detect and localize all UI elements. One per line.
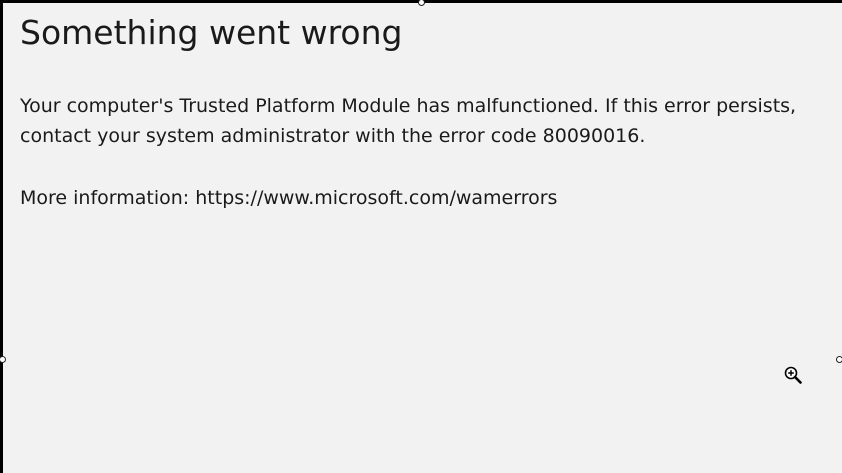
more-information-link[interactable]: https://www.microsoft.com/wamerrors [195,187,557,209]
error-message-line-1: Your computer's Trusted Platform Module … [20,95,797,117]
resize-handle-right[interactable] [836,356,842,363]
error-message: Your computer's Trusted Platform Module … [20,91,842,151]
error-dialog: Something went wrong Your computer's Tru… [0,0,842,473]
more-information-label: More information: [20,187,190,209]
dialog-title: Something went wrong [20,13,403,52]
more-information: More information: https://www.microsoft.… [20,183,557,213]
error-message-line-2: contact your system administrator with t… [20,125,646,147]
zoom-in-icon [784,366,802,384]
